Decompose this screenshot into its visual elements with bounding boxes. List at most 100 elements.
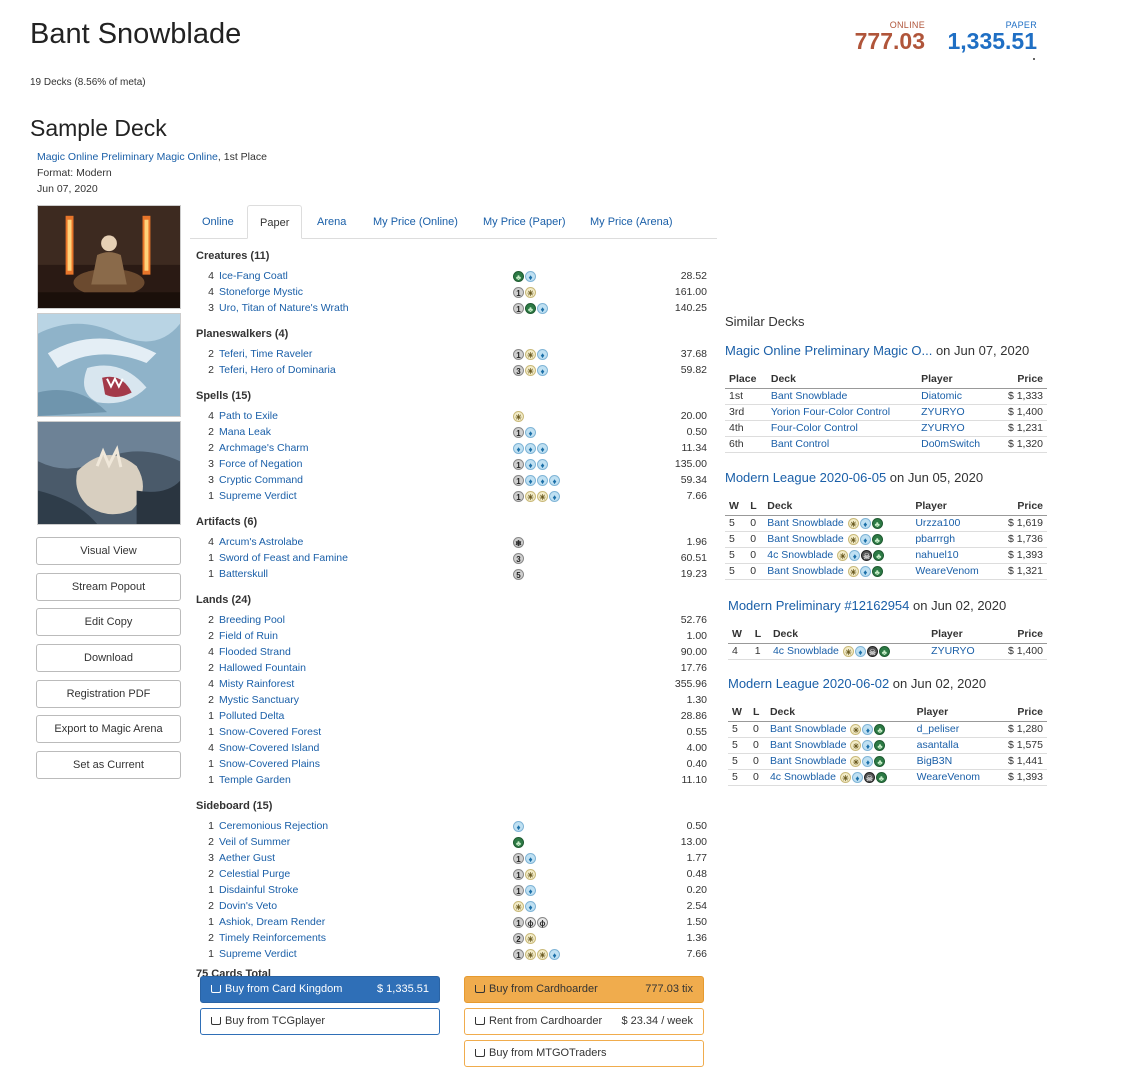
player-link[interactable]: WeareVenom	[915, 565, 978, 577]
card-name-link[interactable]: Ashiok, Dream Render	[219, 916, 325, 928]
card-name-link[interactable]: Batterskull	[219, 568, 268, 580]
edit-copy-button[interactable]: Edit Copy	[36, 608, 181, 636]
visual-view-button[interactable]: Visual View	[36, 537, 181, 565]
similar-event-link[interactable]: Magic Online Preliminary Magic O...	[725, 343, 932, 358]
download-button[interactable]: Download	[36, 644, 181, 672]
deck-link[interactable]: Bant Snowblade	[770, 723, 846, 735]
card-row: 2 Breeding Pool 52.76	[196, 614, 711, 630]
similar-event-heading: Modern League 2020-06-05 on Jun 05, 2020	[725, 470, 983, 485]
similar-event-link[interactable]: Modern League 2020-06-05	[725, 470, 886, 485]
deck-price-cell: $ 1,393	[996, 769, 1047, 786]
player-link[interactable]: Diatomic	[921, 390, 962, 402]
card-name-link[interactable]: Teferi, Hero of Dominaria	[219, 364, 336, 376]
card-name-link[interactable]: Hallowed Fountain	[219, 662, 306, 674]
card-row: 2 Timely Reinforcements 2 ☀ 1.36	[196, 932, 711, 948]
player-link[interactable]: Do0mSwitch	[921, 438, 980, 450]
card-price: 17.76	[680, 662, 707, 674]
player-link[interactable]: ZYURYO	[921, 406, 965, 418]
rent-cardhoarder-button[interactable]: Rent from Cardhoarder $ 23.34 / week	[464, 1008, 704, 1035]
event-link[interactable]: Magic Online Preliminary Magic Online	[37, 151, 218, 163]
player-link[interactable]: ZYURYO	[931, 645, 975, 657]
deck-link[interactable]: 4c Snowblade	[767, 549, 833, 561]
player-link[interactable]: BigB3N	[917, 755, 953, 767]
deck-link[interactable]: Bant Snowblade	[767, 565, 843, 577]
deck-link[interactable]: Four-Color Control	[771, 422, 858, 434]
deck-link[interactable]: Bant Snowblade	[771, 390, 847, 402]
card-art-ice-fang-coatl[interactable]	[37, 313, 181, 417]
card-name-link[interactable]: Path to Exile	[219, 410, 278, 422]
player-link[interactable]: WeareVenom	[917, 771, 980, 783]
card-art-uro[interactable]	[37, 421, 181, 525]
card-name-link[interactable]: Supreme Verdict	[219, 948, 297, 960]
deck-link[interactable]: Bant Snowblade	[767, 533, 843, 545]
card-name-link[interactable]: Celestial Purge	[219, 868, 290, 880]
card-name-link[interactable]: Disdainful Stroke	[219, 884, 298, 896]
deck-link[interactable]: Bant Snowblade	[767, 517, 843, 529]
card-name-link[interactable]: Ceremonious Rejection	[219, 820, 328, 832]
card-name-link[interactable]: Arcum's Astrolabe	[219, 536, 303, 548]
card-name-link[interactable]: Breeding Pool	[219, 614, 285, 626]
registration-pdf-button[interactable]: Registration PDF	[36, 680, 181, 708]
card-name-link[interactable]: Sword of Feast and Famine	[219, 552, 348, 564]
card-name-link[interactable]: Field of Ruin	[219, 630, 278, 642]
card-name-link[interactable]: Cryptic Command	[219, 474, 303, 486]
buy-card-kingdom-button[interactable]: Buy from Card Kingdom $ 1,335.51	[200, 976, 440, 1003]
card-name-link[interactable]: Snow-Covered Island	[219, 742, 319, 754]
card-name-link[interactable]: Misty Rainforest	[219, 678, 294, 690]
card-name-link[interactable]: Mystic Sanctuary	[219, 694, 299, 706]
card-name-link[interactable]: Dovin's Veto	[219, 900, 277, 912]
export-arena-button[interactable]: Export to Magic Arena	[36, 715, 181, 743]
card-name-link[interactable]: Supreme Verdict	[219, 490, 297, 502]
tab-my-price-arena[interactable]: My Price (Arena)	[578, 205, 685, 239]
set-as-current-button[interactable]: Set as Current	[36, 751, 181, 779]
tab-arena[interactable]: Arena	[305, 205, 358, 239]
player-link[interactable]: pbarrrgh	[915, 533, 955, 545]
mana-cost: ☀ ♦	[513, 901, 536, 913]
tab-online[interactable]: Online	[190, 205, 246, 239]
card-name-link[interactable]: Teferi, Time Raveler	[219, 348, 312, 360]
card-name-link[interactable]: Temple Garden	[219, 774, 291, 786]
white-mana-icon: ☀	[850, 724, 862, 735]
card-name-link[interactable]: Flooded Strand	[219, 646, 291, 658]
deck-link[interactable]: 4c Snowblade	[773, 645, 839, 657]
white-mana-icon: ☀	[847, 518, 859, 529]
buy-tcgplayer-button[interactable]: Buy from TCGplayer	[200, 1008, 440, 1035]
card-name-link[interactable]: Mana Leak	[219, 426, 271, 438]
card-name-link[interactable]: Uro, Titan of Nature's Wrath	[219, 302, 349, 314]
card-name-link[interactable]: Veil of Summer	[219, 836, 290, 848]
mana-cost: ♦ ♦ ♦	[513, 443, 548, 455]
card-name-link[interactable]: Aether Gust	[219, 852, 275, 864]
player-link[interactable]: ZYURYO	[921, 422, 965, 434]
tab-my-price-online[interactable]: My Price (Online)	[361, 205, 470, 239]
tab-paper[interactable]: Paper	[247, 205, 303, 239]
card-name-link[interactable]: Stoneforge Mystic	[219, 286, 303, 298]
card-name-link[interactable]: Snow-Covered Forest	[219, 726, 321, 738]
stream-popout-button[interactable]: Stream Popout	[36, 573, 181, 601]
player-link[interactable]: Urzza100	[915, 517, 960, 529]
card-name-link[interactable]: Archmage's Charm	[219, 442, 309, 454]
buy-mtgotraders-button[interactable]: Buy from MTGOTraders	[464, 1040, 704, 1067]
tab-my-price-paper[interactable]: My Price (Paper)	[471, 205, 578, 239]
deck-link[interactable]: 4c Snowblade	[770, 771, 836, 783]
similar-event-link[interactable]: Modern League 2020-06-02	[728, 676, 889, 691]
deck-link[interactable]: Yorion Four-Color Control	[771, 406, 890, 418]
white-mana-icon: ☀	[525, 933, 536, 944]
card-price: 7.66	[686, 948, 707, 960]
card-name-link[interactable]: Timely Reinforcements	[219, 932, 326, 944]
card-art-stoneforge[interactable]	[37, 205, 181, 309]
card-name-link[interactable]: Polluted Delta	[219, 710, 284, 722]
player-link[interactable]: nahuel10	[915, 549, 958, 561]
deck-link[interactable]: Bant Snowblade	[770, 739, 846, 751]
buy-cardhoarder-button[interactable]: Buy from Cardhoarder 777.03 tix	[464, 976, 704, 1003]
player-link[interactable]: asantalla	[917, 739, 959, 751]
card-name-link[interactable]: Snow-Covered Plains	[219, 758, 320, 770]
card-name-link[interactable]: Ice-Fang Coatl	[219, 270, 288, 282]
player-link[interactable]: d_peliser	[917, 723, 960, 735]
deck-link[interactable]: Bant Snowblade	[770, 755, 846, 767]
similar-event-link[interactable]: Modern Preliminary #12162954	[728, 598, 909, 613]
deck-section-title: Lands (24)	[196, 594, 252, 606]
deck-price-cell: $ 1,441	[996, 753, 1047, 770]
card-name-link[interactable]: Force of Negation	[219, 458, 302, 470]
card-quantity: 4	[208, 286, 214, 298]
deck-link[interactable]: Bant Control	[771, 438, 829, 450]
